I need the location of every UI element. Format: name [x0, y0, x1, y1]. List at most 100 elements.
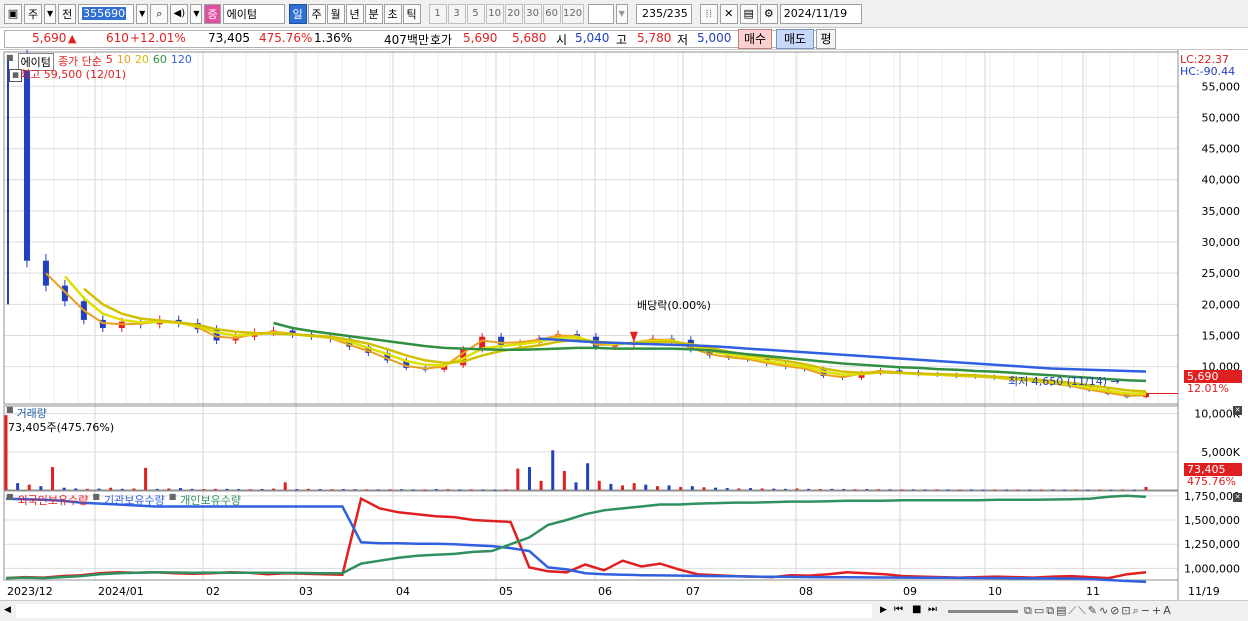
- volume-bar: [667, 485, 671, 490]
- volume-bar: [39, 486, 43, 490]
- interval-3[interactable]: 3: [447, 3, 466, 24]
- volume-bar: [946, 489, 950, 491]
- speaker-icon[interactable]: ◀): [170, 3, 189, 24]
- interval-30[interactable]: 30: [523, 3, 542, 24]
- grid-icon[interactable]: ⁞⁞: [699, 3, 718, 24]
- window-icon[interactable]: ▭: [1034, 604, 1046, 617]
- count-field[interactable]: 235/235: [635, 3, 692, 24]
- date-field[interactable]: 2024/11/19: [779, 3, 862, 24]
- volume-bar: [1109, 489, 1113, 491]
- interval-dropdown-icon[interactable]: ▼: [615, 3, 628, 24]
- volume-bar: [586, 463, 590, 490]
- quote-amount: 407백만: [384, 33, 429, 47]
- zoom-icon[interactable]: ⌕: [1133, 604, 1141, 617]
- magnet-icon[interactable]: ⊡: [1121, 604, 1132, 617]
- window-menu-icon[interactable]: ▣: [4, 3, 22, 24]
- date-value: 2024/11/19: [783, 7, 848, 20]
- x-axis-label: 07: [686, 585, 700, 598]
- stock-code-input[interactable]: 355690: [78, 3, 135, 24]
- wave-icon[interactable]: ∿: [1099, 604, 1110, 617]
- copy-icon[interactable]: ⧉: [1046, 604, 1056, 617]
- tab-second[interactable]: 초: [383, 3, 402, 24]
- volume-bar: [493, 489, 497, 491]
- volume-bar: [900, 489, 904, 491]
- trend-icon[interactable]: ⟍: [1078, 604, 1088, 617]
- bottom-bar: ◀ ▶ ⏮ ■ ⏭ ⧉▭⧉▤⟋⟍✎∿⊘⊡⌕−+A: [0, 600, 1248, 621]
- period-tabs: 일 주 월 년 분 초 틱: [288, 3, 421, 24]
- interval-5[interactable]: 5: [466, 3, 485, 24]
- volume-bar: [644, 484, 648, 490]
- volume-bar: [807, 488, 811, 490]
- pen-icon[interactable]: ✎: [1088, 604, 1099, 617]
- volume-bar: [853, 489, 857, 491]
- x-axis-label: 2023/12: [7, 585, 53, 598]
- volume-bar: [655, 486, 659, 490]
- scrollbar-track[interactable]: [16, 604, 872, 618]
- tab-minute[interactable]: 분: [364, 3, 383, 24]
- link-icon[interactable]: ⊘: [1110, 604, 1121, 617]
- interval-20[interactable]: 20: [504, 3, 523, 24]
- volume-bar: [51, 467, 55, 490]
- volume-bar: [469, 489, 473, 491]
- crosshair-icon[interactable]: ✕: [719, 3, 738, 24]
- tab-week[interactable]: 주: [307, 3, 326, 24]
- holdings-collapse-icon[interactable]: ■: [6, 492, 14, 508]
- volume-bar: [16, 483, 20, 490]
- volume-bar: [1074, 489, 1078, 491]
- zoom-slider[interactable]: [948, 610, 1018, 613]
- volume-close-icon[interactable]: ✕: [1233, 406, 1242, 415]
- interval-1[interactable]: 1: [428, 3, 447, 24]
- code-dropdown-icon[interactable]: ▼: [136, 3, 149, 24]
- buy-button[interactable]: 매수: [738, 29, 772, 49]
- price-panel: [7, 50, 1178, 399]
- chart-area[interactable]: 10,000 15,000 20,000 25,000 30,000 35,000 40,0…: [0, 50, 1248, 600]
- tab-month[interactable]: 월: [326, 3, 345, 24]
- scroll-left-icon[interactable]: ◀: [4, 605, 11, 615]
- draw-icon[interactable]: ⟋: [1069, 604, 1079, 617]
- candle-body: [23, 58, 30, 261]
- save-icon[interactable]: ▤: [739, 3, 758, 24]
- interval-120[interactable]: 120: [561, 3, 584, 24]
- quote-change: 610: [106, 31, 129, 45]
- gear-icon[interactable]: ⚙: [759, 3, 778, 24]
- chart-svg[interactable]: 10,00015,00020,00025,00030,00035,00040,0…: [0, 50, 1248, 600]
- volume-bar: [1039, 489, 1043, 491]
- interval-10[interactable]: 10: [485, 3, 504, 24]
- period-button[interactable]: 주: [24, 3, 42, 24]
- volume-bar: [783, 488, 787, 490]
- holdings-tick-label: 1,750,000: [1184, 490, 1240, 503]
- volume-bar: [748, 488, 752, 490]
- text-icon[interactable]: A: [1163, 604, 1173, 617]
- first-icon[interactable]: ⏮: [894, 604, 903, 615]
- volume-bar: [830, 488, 834, 490]
- stock-name-field[interactable]: 에이텀: [222, 3, 285, 24]
- dropdown-icon[interactable]: ▼: [44, 3, 57, 24]
- x-axis-label: 08: [799, 585, 813, 598]
- holdings-tick-label: 1,500,000: [1184, 514, 1240, 527]
- list-icon[interactable]: ▤: [1056, 604, 1068, 617]
- hoga-label: 호가: [430, 33, 453, 47]
- sell-button[interactable]: 매도: [776, 29, 814, 49]
- volume-bar: [388, 489, 392, 491]
- tab-year[interactable]: 년: [345, 3, 364, 24]
- tab-day[interactable]: 일: [288, 3, 307, 24]
- legend-institution: 기관보유수량: [103, 494, 165, 507]
- volume-bar: [772, 488, 776, 490]
- quote-low: 5,000: [697, 31, 732, 45]
- layout-icon[interactable]: ⧉: [1024, 604, 1034, 617]
- eval-button[interactable]: 평: [816, 29, 836, 49]
- stop-icon[interactable]: ■: [912, 604, 921, 615]
- custom-interval-input[interactable]: [587, 3, 614, 24]
- search-icon[interactable]: ⌕: [150, 3, 169, 24]
- holdings-close-icon[interactable]: ✕: [1233, 493, 1242, 502]
- interval-60[interactable]: 60: [542, 3, 561, 24]
- price-panel-frame: [3, 51, 1179, 405]
- minus-icon[interactable]: −: [1141, 604, 1152, 617]
- last-icon[interactable]: ⏭: [928, 604, 937, 615]
- prev-button[interactable]: 전: [58, 3, 77, 24]
- speaker-dropdown-icon[interactable]: ▼: [190, 3, 203, 24]
- scroll-right-icon[interactable]: ▶: [880, 605, 887, 615]
- x-axis-label: 06: [598, 585, 612, 598]
- tab-tick[interactable]: 틱: [402, 3, 421, 24]
- plus-icon[interactable]: +: [1152, 604, 1163, 617]
